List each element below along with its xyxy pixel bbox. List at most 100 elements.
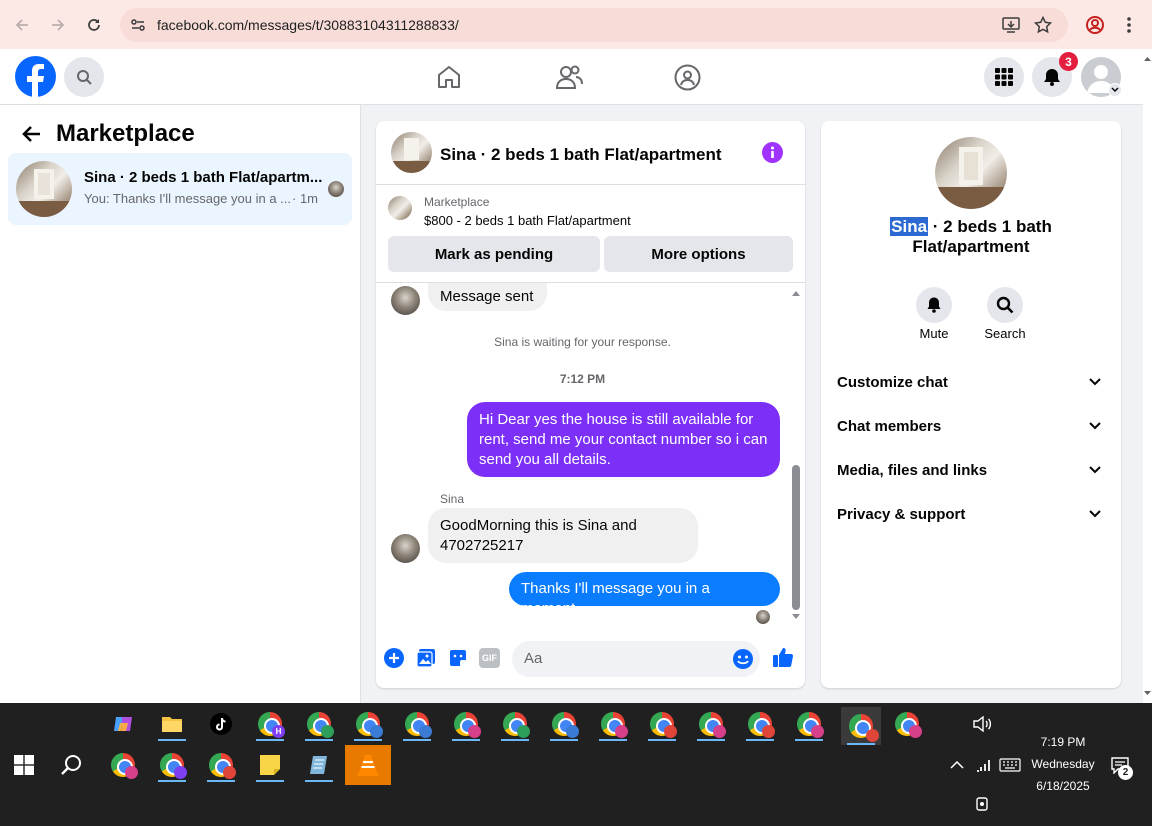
customize-chat-row[interactable]: Customize chat (837, 374, 1105, 398)
file-explorer-icon[interactable] (155, 707, 189, 741)
info-icon[interactable] (762, 142, 783, 163)
notepad-icon[interactable] (302, 748, 336, 782)
chrome-window-icon[interactable] (204, 748, 238, 782)
sender-avatar[interactable] (391, 534, 420, 563)
active-indicator (403, 739, 431, 741)
page-scrollbar[interactable] (1143, 49, 1152, 703)
chrome-window-icon[interactable] (400, 707, 434, 741)
panel-title: Marketplace (56, 120, 195, 147)
info-avatar[interactable] (935, 137, 1007, 209)
chrome-window-icon[interactable] (743, 707, 777, 741)
chrome-window-icon[interactable] (449, 707, 483, 741)
listing-banner-thumb (388, 196, 412, 220)
clock-day[interactable]: Wednesday (1024, 757, 1102, 771)
search-label[interactable]: Search (975, 326, 1035, 341)
active-indicator (599, 739, 627, 741)
mute-bell-icon[interactable] (916, 287, 952, 323)
chrome-window-icon[interactable] (645, 707, 679, 741)
chat-title[interactable]: Sina · 2 beds 1 bath Flat/apartment (440, 145, 722, 165)
chrome-window-icon[interactable] (694, 707, 728, 741)
reload-icon[interactable] (82, 13, 106, 37)
conversation-item[interactable]: Sina · 2 beds 1 bath Flat/apartm... You:… (8, 153, 352, 225)
mark-pending-button[interactable]: Mark as pending (388, 236, 600, 272)
taskbar-search-icon[interactable] (55, 748, 89, 782)
sticky-notes-icon[interactable] (253, 748, 287, 782)
chrome-window-icon-active[interactable] (841, 707, 881, 745)
chrome-window-icon[interactable] (792, 707, 826, 741)
search-conversation-icon[interactable] (987, 287, 1023, 323)
bookmark-star-icon[interactable] (1034, 16, 1052, 34)
friends-icon[interactable] (555, 64, 583, 90)
home-icon[interactable] (436, 64, 462, 90)
chrome-profile-h-icon[interactable]: H (253, 707, 287, 741)
privacy-support-row[interactable]: Privacy & support (837, 506, 1105, 530)
media-files-label: Media, files and links (837, 462, 988, 479)
seen-avatar (328, 181, 344, 197)
chrome-window-icon[interactable] (890, 707, 924, 741)
message-sent-bubble[interactable]: Message sent (428, 283, 547, 311)
chrome-window-icon[interactable] (547, 707, 581, 741)
gif-icon[interactable]: GIF (479, 648, 500, 668)
conversation-info-panel: Sina · 2 beds 1 bath Flat/apartment Mute… (821, 121, 1121, 688)
chrome-window-icon[interactable] (106, 748, 140, 782)
url-text: facebook.com/messages/t/3088310431128883… (157, 17, 459, 33)
facebook-logo[interactable] (15, 56, 56, 97)
like-thumb-icon[interactable] (772, 646, 794, 668)
thread-scrollbar[interactable] (790, 283, 802, 629)
add-plus-icon[interactable] (384, 648, 404, 668)
site-settings-icon[interactable] (130, 17, 146, 33)
browser-menu-icon[interactable] (1126, 15, 1132, 35)
search-icon[interactable] (64, 57, 104, 97)
photo-gallery-icon[interactable] (416, 648, 436, 668)
chrome-window-icon[interactable] (351, 707, 385, 741)
facebook-header: 3 (0, 49, 1143, 105)
chevron-down-icon (1089, 422, 1101, 430)
active-indicator (795, 739, 823, 741)
profile-letter-badge: H (272, 725, 285, 738)
message-input[interactable]: Aa (512, 641, 760, 677)
incoming-message[interactable]: GoodMorning this is Sina and 4702725217 (428, 508, 698, 563)
tiktok-icon[interactable] (204, 707, 238, 741)
emoji-icon[interactable] (733, 649, 753, 669)
chat-avatar[interactable] (391, 132, 432, 173)
vlc-icon[interactable] (345, 745, 391, 785)
listing-thumbnail (16, 161, 72, 217)
chrome-window-icon[interactable] (498, 707, 532, 741)
back-icon[interactable] (10, 13, 34, 37)
active-indicator (158, 739, 186, 741)
chrome-window-icon[interactable] (155, 748, 189, 782)
groups-icon[interactable] (674, 64, 701, 91)
more-options-button[interactable]: More options (604, 236, 793, 272)
marketplace-inbox-panel: Marketplace Sina · 2 beds 1 bath Flat/ap… (0, 105, 361, 703)
sticker-icon[interactable] (448, 648, 468, 668)
clock-date[interactable]: 6/18/2025 (1030, 779, 1096, 793)
address-bar[interactable]: facebook.com/messages/t/3088310431128883… (120, 8, 1068, 42)
sender-avatar[interactable] (391, 286, 420, 315)
back-arrow-icon[interactable] (22, 125, 42, 143)
chrome-window-icon[interactable] (596, 707, 630, 741)
chrome-window-icon[interactable] (302, 707, 336, 741)
copilot-icon[interactable] (106, 707, 140, 741)
active-indicator (550, 739, 578, 741)
volume-icon[interactable] (965, 707, 999, 741)
waiting-notice: Sina is waiting for your response. (494, 335, 671, 349)
meet-now-icon[interactable] (965, 787, 999, 821)
outgoing-message[interactable]: Thanks I'll message you in a moment. (509, 572, 780, 617)
install-app-icon[interactable] (1002, 16, 1020, 34)
outgoing-message[interactable]: Hi Dear yes the house is still available… (467, 402, 780, 477)
conversation-time: · 1m (292, 191, 318, 206)
info-title-line2: Flat/apartment (912, 237, 1030, 256)
forward-icon[interactable] (46, 13, 70, 37)
keyboard-icon[interactable] (993, 748, 1027, 782)
clock-time[interactable]: 7:19 PM (1030, 735, 1096, 749)
media-files-row[interactable]: Media, files and links (837, 462, 1105, 486)
menu-grid-icon[interactable] (984, 57, 1024, 97)
mute-label[interactable]: Mute (904, 326, 964, 341)
listing-price-title[interactable]: $800 - 2 beds 1 bath Flat/apartment (424, 213, 631, 228)
profile-icon[interactable] (1085, 15, 1105, 35)
chat-members-row[interactable]: Chat members (837, 418, 1105, 442)
active-indicator (847, 743, 875, 745)
windows-start-icon[interactable] (7, 748, 41, 782)
account-chevron-icon[interactable] (1108, 83, 1122, 97)
message-thread[interactable]: Message sent Sina is waiting for your re… (376, 283, 805, 629)
